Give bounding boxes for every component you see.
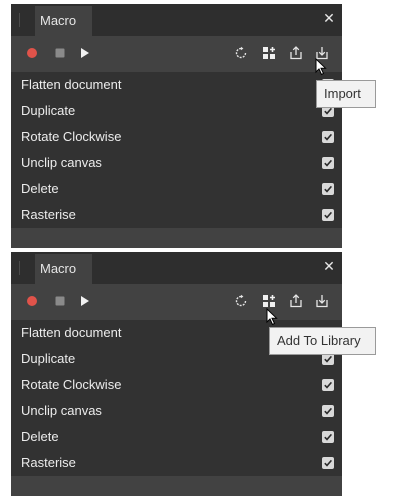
step-label: Delete [21,181,59,196]
step-label: Rotate Clockwise [21,129,122,144]
step-label: Unclip canvas [21,155,102,170]
add-to-library-tooltip: Add To Library [269,327,376,355]
mouse-cursor-icon [266,307,278,326]
list-item[interactable]: Rotate Clockwise [11,124,342,150]
enabled-checkbox[interactable] [322,183,334,195]
play-icon[interactable] [78,294,92,308]
step-label: Duplicate [21,351,76,366]
enabled-checkbox[interactable] [322,457,334,469]
step-label: Flatten document [21,325,122,340]
step-label: Rotate Clockwise [21,377,122,392]
list-item[interactable]: Delete [11,176,342,202]
panel-footer [11,476,342,496]
macro-panel: Macro ✕ Flatten document Duplicate Rotat… [11,4,342,248]
add-to-library-icon[interactable] [262,294,276,308]
add-to-library-icon[interactable] [262,46,276,60]
panel-grip-handle[interactable] [19,261,20,275]
panel-tab-bar: Macro ✕ [11,252,342,284]
panel-tab-bar: Macro ✕ [11,4,342,36]
reset-icon[interactable] [234,46,248,60]
screen: Macro ✕ Flatten document Duplicate Rotat… [0,0,402,496]
step-label: Rasterise [21,455,76,470]
list-item[interactable]: Unclip canvas [11,150,342,176]
list-item[interactable]: Duplicate [11,98,342,124]
enabled-checkbox[interactable] [322,131,334,143]
list-item[interactable]: Rasterise [11,202,342,228]
step-label: Flatten document [21,77,122,92]
stop-icon[interactable] [53,294,67,308]
tab-macro[interactable]: Macro [35,6,92,36]
record-icon[interactable] [25,294,39,308]
list-item[interactable]: Unclip canvas [11,398,342,424]
step-label: Rasterise [21,207,76,222]
list-item[interactable]: Flatten document [11,72,342,98]
macro-toolbar [11,36,342,70]
export-icon[interactable] [289,46,303,60]
list-item[interactable]: Rasterise [11,450,342,476]
close-icon[interactable]: ✕ [322,258,336,276]
macro-panel: Macro ✕ Flatten document Duplicate Rotat… [11,252,342,496]
step-label: Delete [21,429,59,444]
reset-icon[interactable] [234,294,248,308]
enabled-checkbox[interactable] [322,405,334,417]
stop-icon[interactable] [53,46,67,60]
list-item[interactable]: Rotate Clockwise [11,372,342,398]
enabled-checkbox[interactable] [322,431,334,443]
macro-toolbar [11,284,342,318]
enabled-checkbox[interactable] [322,209,334,221]
list-item[interactable]: Delete [11,424,342,450]
enabled-checkbox[interactable] [322,379,334,391]
mouse-cursor-icon [315,57,327,76]
play-icon[interactable] [78,46,92,60]
step-label: Unclip canvas [21,403,102,418]
export-icon[interactable] [289,294,303,308]
enabled-checkbox[interactable] [322,157,334,169]
panel-grip-handle[interactable] [19,13,20,27]
panel-footer [11,228,342,248]
macro-steps-list: Flatten document Duplicate Rotate Clockw… [11,72,342,228]
step-label: Duplicate [21,103,76,118]
record-icon[interactable] [25,46,39,60]
import-icon[interactable] [315,294,329,308]
import-tooltip: Import [316,80,376,108]
close-icon[interactable]: ✕ [322,10,336,28]
tab-macro[interactable]: Macro [35,254,92,284]
